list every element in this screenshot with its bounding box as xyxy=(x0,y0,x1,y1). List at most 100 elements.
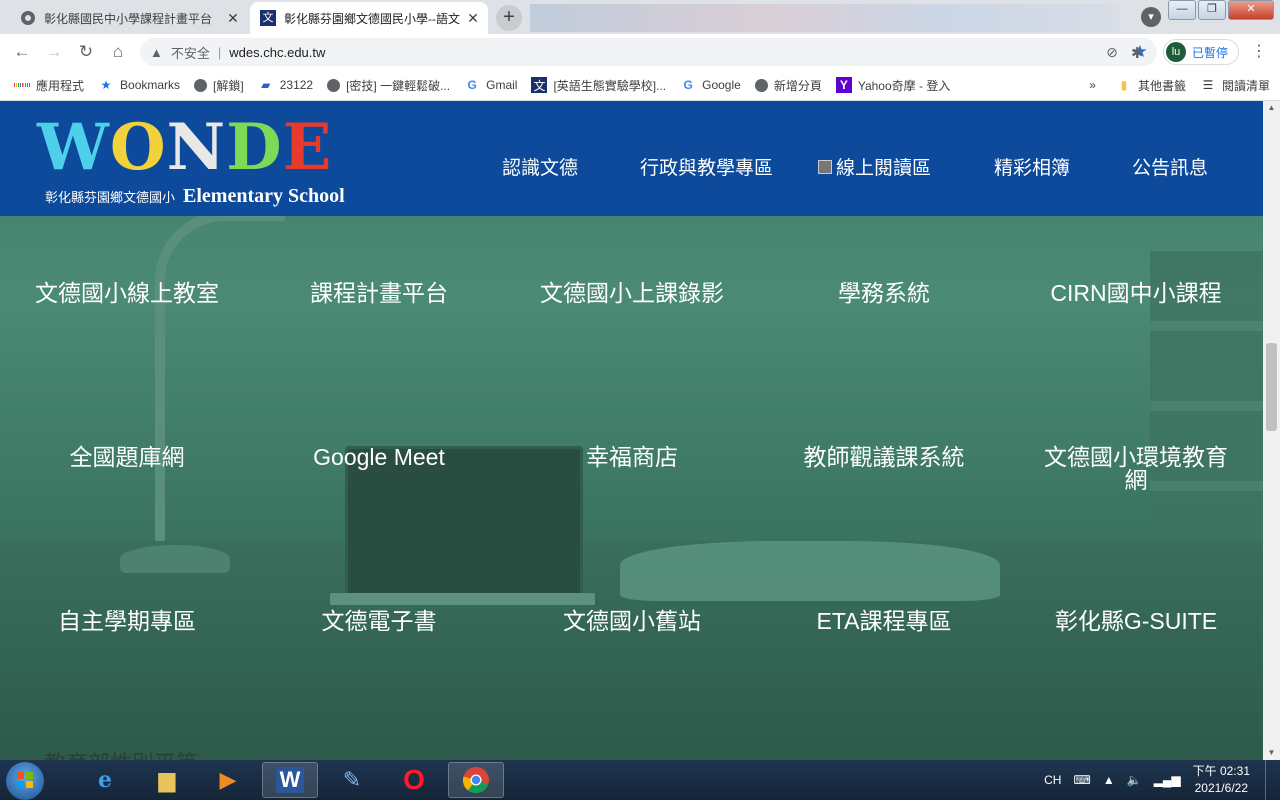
clock-date: 2021/6/22 xyxy=(1194,781,1248,795)
warning-icon[interactable]: ▲ xyxy=(150,45,163,60)
tile-google-meet[interactable]: Google Meet xyxy=(284,446,474,469)
site-header: W O N D E 彰化縣芬園鄉文德國小 Elementary School 認… xyxy=(0,101,1263,216)
page-scrollbar[interactable]: ▲ ▼ xyxy=(1263,101,1280,760)
bookmarks-bar: 應用程式 ★ Bookmarks [解鎖] ▰ 23122 [密技] 一鍵輕鬆破… xyxy=(0,70,1280,101)
bookmark-yahoo[interactable]: Y Yahoo奇摩 - 登入 xyxy=(835,77,950,94)
bookmark-label: [密技] 一鍵輕鬆破... xyxy=(346,78,451,93)
window-close-button[interactable]: ✕ xyxy=(1228,0,1274,20)
tile-eta-course[interactable]: ETA課程專區 xyxy=(789,610,979,633)
tab-search-icon[interactable]: ▾ xyxy=(1141,7,1161,27)
bookmark-label: [英語生態實驗學校]... xyxy=(553,78,667,93)
school-logo[interactable]: W O N D E 彰化縣芬園鄉文德國小 Elementary School xyxy=(37,113,381,209)
home-icon[interactable]: ⌂ xyxy=(106,40,130,64)
tile-happy-store[interactable]: 幸福商店 xyxy=(537,446,727,469)
extensions-icon[interactable]: ✱ xyxy=(1131,44,1144,62)
bookmark-label: 23122 xyxy=(279,78,314,92)
globe-icon xyxy=(754,78,768,92)
url-text[interactable]: wdes.chc.edu.tw xyxy=(229,45,325,60)
bookmark-bookmarks[interactable]: ★ Bookmarks xyxy=(98,77,180,93)
keyboard-icon[interactable]: ⌨ xyxy=(1073,773,1090,787)
bookmark-google[interactable]: G Google xyxy=(680,77,741,93)
address-bar[interactable]: ▲ 不安全 | wdes.chc.edu.tw ⊘ ★ xyxy=(140,38,1157,66)
taskbar-clock[interactable]: 下午 02:31 2021/6/22 xyxy=(1193,763,1250,797)
tile-online-classroom[interactable]: 文德國小線上教室 xyxy=(32,282,222,305)
tile-question-bank[interactable]: 全國題庫網 xyxy=(32,446,222,469)
nav-announcements[interactable]: 公告訊息 xyxy=(1132,153,1208,180)
profile-sync-chip[interactable]: lu 已暫停 xyxy=(1163,39,1239,65)
logo-subtitle: 彰化縣芬園鄉文德國小 Elementary School xyxy=(45,185,345,208)
tile-student-affairs[interactable]: 學務系統 xyxy=(789,282,979,305)
show-desktop-button[interactable] xyxy=(1265,760,1280,800)
tile-cirn[interactable]: CIRN國中小課程 xyxy=(1041,282,1231,305)
more-bookmarks-chevron-icon[interactable]: » xyxy=(1089,78,1096,92)
windows-logo-icon xyxy=(17,772,33,788)
tab-title: 彰化縣國民中小學課程計畫平台 xyxy=(44,11,213,26)
paint-icon[interactable]: ✎ xyxy=(324,762,380,798)
nav-albums[interactable]: 精彩相簿 xyxy=(994,153,1070,180)
scrollbar-thumb[interactable] xyxy=(1266,343,1277,431)
tab-wende-school[interactable]: 文 彰化縣芬園鄉文德國民小學--語文 ✕ xyxy=(250,2,488,34)
bookmark-gmail[interactable]: G Gmail xyxy=(464,77,517,93)
ie-icon[interactable]: e xyxy=(77,762,133,798)
logo-letter: W xyxy=(37,110,109,185)
restore-button[interactable]: ❐ xyxy=(1198,0,1226,20)
bookmark-23122[interactable]: ▰ 23122 xyxy=(258,77,313,93)
chrome-icon[interactable] xyxy=(448,762,504,798)
system-tray: CH ⌨ ▲ 🔈 ▂▄▆ 下午 02:31 2021/6/22 xyxy=(1044,760,1280,800)
windows-taskbar: e ▆ ▶ W ✎ O CH ⌨ ▲ 🔈 ▂▄▆ 下午 02:31 2021/6… xyxy=(0,760,1280,800)
logo-letter: O xyxy=(109,110,166,185)
background-book xyxy=(620,541,1000,601)
blue-note-icon: ▰ xyxy=(261,78,271,92)
network-icon[interactable]: ▂▄▆ xyxy=(1154,773,1181,787)
nav-admin-teaching[interactable]: 行政與教學專區 xyxy=(640,153,773,180)
close-icon[interactable]: ✕ xyxy=(464,10,482,27)
tile-class-recording[interactable]: 文德國小上課錄影 xyxy=(537,282,727,305)
google-icon: G xyxy=(467,78,477,92)
security-label: 不安全 xyxy=(170,45,210,61)
background-laptop-base xyxy=(330,593,595,605)
avatar: lu xyxy=(1166,42,1186,62)
tile-course-plan[interactable]: 課程計畫平台 xyxy=(284,282,474,305)
tile-g-suite[interactable]: 彰化縣G-SUITE xyxy=(1041,610,1231,633)
minimize-button[interactable]: — xyxy=(1168,0,1196,20)
bookmark-other[interactable]: ▮ 其他書籤 xyxy=(1116,77,1186,94)
tile-old-site[interactable]: 文德國小舊站 xyxy=(537,610,727,633)
logo-wonde: W O N D E xyxy=(37,113,381,183)
word-icon[interactable]: W xyxy=(262,762,318,798)
nav-about[interactable]: 認識文德 xyxy=(502,153,578,180)
tile-lesson-observation[interactable]: 教師觀議課系統 xyxy=(789,446,979,469)
tile-environment-edu[interactable]: 文德國小環境教育網 xyxy=(1041,446,1231,492)
back-icon[interactable]: ← xyxy=(10,40,34,64)
ime-indicator[interactable]: CH xyxy=(1044,773,1061,787)
bookmark-apps[interactable]: 應用程式 xyxy=(14,77,84,94)
reload-icon[interactable]: ↻ xyxy=(74,40,98,64)
bookmark-unlock[interactable]: [解鎖] xyxy=(194,77,244,94)
nav-online-reading[interactable]: 線上閱讀區 xyxy=(818,153,931,180)
tab-course-plan[interactable]: 彰化縣國民中小學課程計畫平台 ✕ xyxy=(8,2,248,34)
close-icon[interactable]: ✕ xyxy=(224,10,242,27)
scroll-down-icon[interactable]: ▼ xyxy=(1263,746,1280,760)
tile-autonomous-semester[interactable]: 自主學期專區 xyxy=(32,610,222,633)
bookmark-label: Google xyxy=(702,78,741,92)
show-hidden-icons-icon[interactable]: ▲ xyxy=(1103,773,1115,787)
nav-label: 線上閱讀區 xyxy=(836,158,932,179)
bookmark-eco-school[interactable]: 文 [英語生態實驗學校]... xyxy=(531,77,666,94)
bookmark-tips[interactable]: [密技] 一鍵輕鬆破... xyxy=(327,77,450,94)
forward-icon[interactable]: → xyxy=(42,40,66,64)
tracking-blocked-icon[interactable]: ⊘ xyxy=(1101,44,1123,61)
more-menu-icon[interactable]: ⋮ xyxy=(1251,41,1267,61)
media-player-icon[interactable]: ▶ xyxy=(200,762,256,798)
tile-ebooks[interactable]: 文德電子書 xyxy=(284,610,474,633)
scroll-up-icon[interactable]: ▲ xyxy=(1263,101,1280,115)
window-controls: — ❐ ✕ xyxy=(1166,0,1274,20)
file-explorer-icon[interactable]: ▆ xyxy=(139,762,195,798)
bookmark-new-tab[interactable]: 新增分頁 xyxy=(754,77,822,94)
logo-subtitle-en: Elementary School xyxy=(183,185,345,207)
opera-icon[interactable]: O xyxy=(386,762,442,798)
logo-letter: N xyxy=(166,110,226,185)
globe-icon xyxy=(194,78,208,92)
bookmark-reading-list[interactable]: ☰ 閱讀清單 xyxy=(1200,77,1270,94)
new-tab-button[interactable]: + xyxy=(496,5,522,31)
volume-icon[interactable]: 🔈 xyxy=(1127,773,1142,787)
start-button[interactable] xyxy=(6,762,44,800)
